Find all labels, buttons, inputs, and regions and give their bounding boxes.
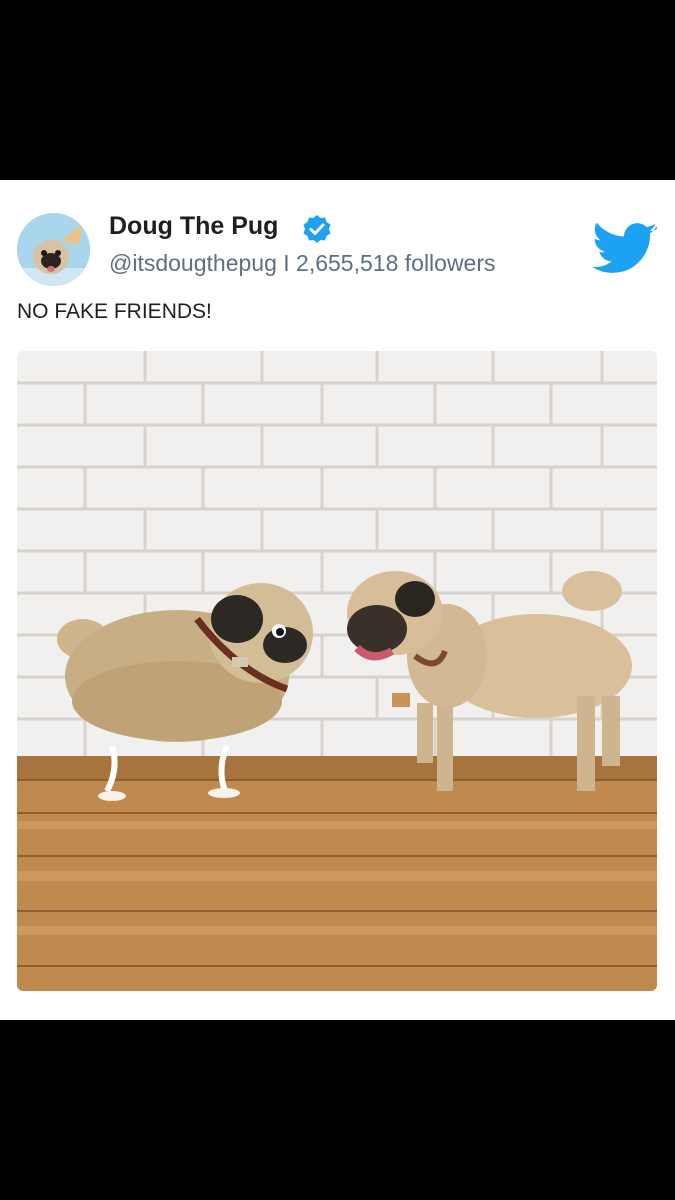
display-name[interactable]: Doug The Pug	[109, 212, 278, 241]
tweet-text: NO FAKE FRIENDS!	[17, 300, 212, 323]
separator: I	[283, 250, 290, 276]
follower-count: 2,655,518 followers	[296, 250, 496, 276]
user-handle[interactable]: @itsdougthepug	[109, 250, 277, 276]
verified-badge-icon	[303, 215, 331, 243]
handle-line: @itsdougthepug I 2,655,518 followers	[109, 250, 496, 277]
tweet-photo[interactable]	[17, 351, 657, 991]
profile-avatar[interactable]	[17, 213, 90, 286]
twitter-bird-icon[interactable]	[592, 222, 658, 278]
